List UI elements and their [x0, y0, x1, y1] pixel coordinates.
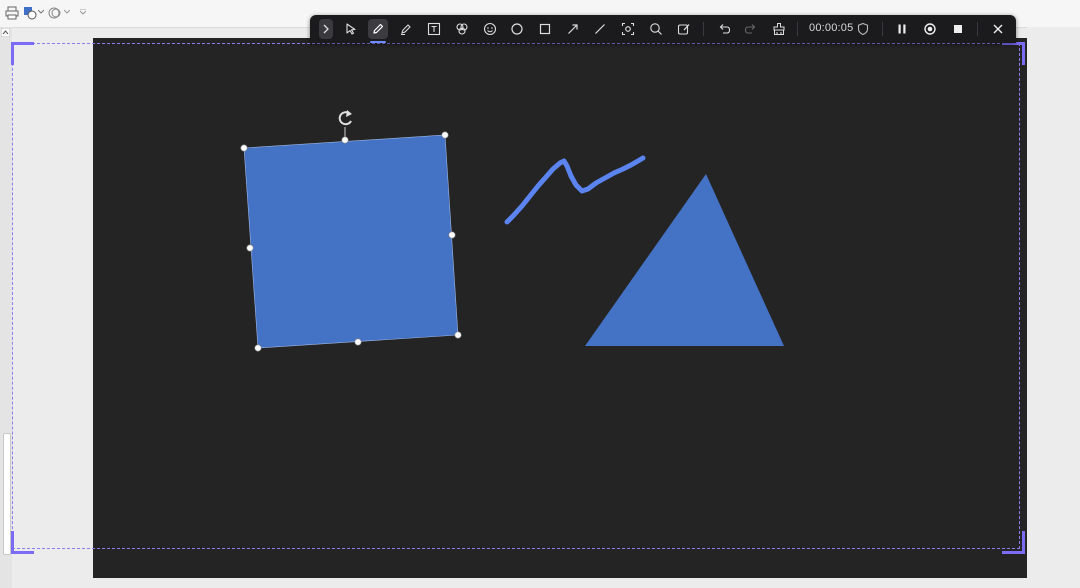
- square-icon: [539, 23, 551, 35]
- sticker-tool[interactable]: [480, 19, 500, 39]
- pen-icon: [373, 23, 384, 34]
- region-corner-top-right[interactable]: [1002, 42, 1025, 65]
- toolbar-separator: [797, 22, 798, 36]
- close-icon: [993, 24, 1003, 34]
- region-corner-bottom-right[interactable]: [1002, 531, 1025, 554]
- region-corner-bottom-left[interactable]: [11, 531, 34, 554]
- line-tool[interactable]: [590, 19, 610, 39]
- spotlight-tool[interactable]: [618, 19, 638, 39]
- highlighter-tool[interactable]: [396, 19, 416, 39]
- circle-icon: [511, 23, 523, 35]
- text-tool[interactable]: [424, 19, 444, 39]
- rectangle-tool[interactable]: [535, 19, 555, 39]
- toolbar-separator: [882, 22, 883, 36]
- magnifier-icon: [650, 23, 662, 35]
- recording-timer: 00:00:05: [809, 22, 854, 34]
- shield-button[interactable]: [853, 19, 873, 39]
- clear-button[interactable]: [769, 19, 789, 39]
- eraser-icon: [773, 23, 785, 35]
- arrow-tool[interactable]: [563, 19, 583, 39]
- annotation-toolbar: 00:00:05: [310, 15, 1016, 43]
- chevron-right-icon: [323, 24, 329, 34]
- pen-tool[interactable]: [368, 19, 388, 43]
- select-tool[interactable]: [341, 19, 361, 39]
- record-button[interactable]: [920, 19, 940, 39]
- record-icon: [924, 23, 936, 35]
- undo-button[interactable]: [714, 19, 734, 39]
- smiley-icon: [483, 22, 497, 36]
- redo-button[interactable]: [741, 19, 761, 39]
- toolbar-separator: [977, 22, 978, 36]
- text-box-icon: [427, 22, 441, 36]
- capture-region-border[interactable]: [12, 43, 1020, 549]
- shape-eraser-icon: [677, 24, 690, 35]
- ellipse-tool[interactable]: [507, 19, 527, 39]
- expand-toggle-button[interactable]: [319, 19, 333, 39]
- spotlight-icon: [621, 22, 635, 36]
- toolbar-separator: [703, 22, 704, 36]
- line-icon: [595, 24, 605, 34]
- close-button[interactable]: [988, 19, 1008, 39]
- color-tool[interactable]: [452, 19, 472, 39]
- arrow-icon: [568, 24, 578, 34]
- magnifier-tool[interactable]: [646, 19, 666, 39]
- undo-icon: [719, 24, 731, 34]
- palette-icon: [456, 23, 468, 35]
- stop-icon: [954, 25, 962, 33]
- shield-icon: [857, 22, 869, 36]
- redo-icon: [744, 24, 756, 34]
- pause-button[interactable]: [892, 19, 912, 39]
- cursor-arrow-icon: [346, 23, 356, 35]
- region-corner-top-left[interactable]: [11, 42, 34, 65]
- pause-icon: [898, 24, 906, 34]
- stop-button[interactable]: [948, 19, 968, 39]
- erase-shape-tool[interactable]: [674, 19, 694, 39]
- highlighter-icon: [401, 24, 411, 36]
